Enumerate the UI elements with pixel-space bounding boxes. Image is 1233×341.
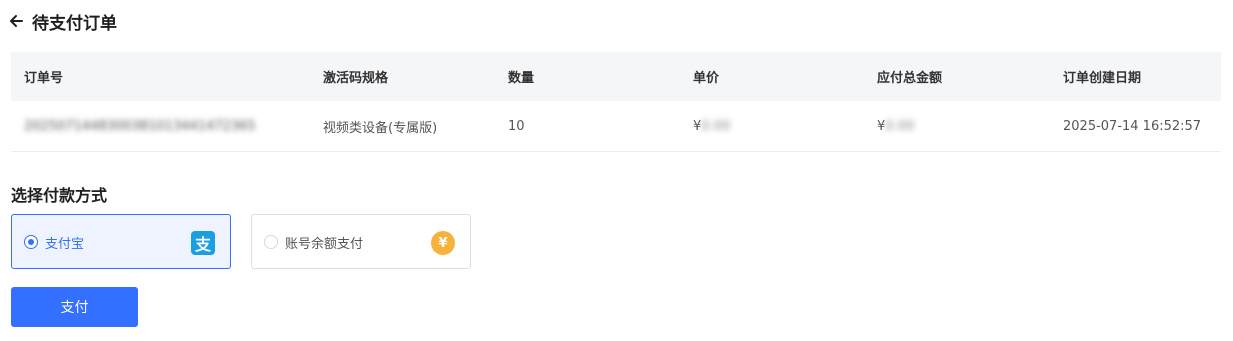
column-header-order-no: 订单号 xyxy=(24,71,64,86)
table-header: 订单号 激活码规格 数量 单价 应付总金额 订单创建日期 xyxy=(11,52,1221,101)
table-row: 2025071448300381013441472365 视频类设备(专属版) … xyxy=(11,101,1221,152)
column-header-unit-price: 单价 xyxy=(693,71,720,86)
pay-button[interactable]: 支付 xyxy=(11,287,138,327)
arrow-left-icon[interactable] xyxy=(8,13,24,29)
payment-option-label: 支付宝 xyxy=(45,237,85,252)
column-header-spec: 激活码规格 xyxy=(323,71,389,86)
radio-unselected[interactable] xyxy=(264,235,278,249)
page-title: 待支付订单 xyxy=(32,13,117,34)
total-cell: ¥0.00 xyxy=(877,119,914,134)
order-no-cell: 2025071448300381013441472365 xyxy=(24,118,256,134)
created-at-cell: 2025-07-14 16:52:57 xyxy=(1063,118,1202,134)
radio-selected[interactable] xyxy=(24,235,38,249)
payment-option-label: 账号余额支付 xyxy=(285,237,364,252)
column-header-created-at: 订单创建日期 xyxy=(1063,71,1142,86)
column-header-quantity: 数量 xyxy=(508,71,535,86)
unit-price-cell: ¥0.00 xyxy=(693,119,730,134)
payment-option-alipay[interactable]: 支付宝 支 xyxy=(11,214,231,269)
total-value: 0.00 xyxy=(885,118,915,134)
quantity-cell: 10 xyxy=(508,118,525,134)
spec-cell: 视频类设备(专属版) xyxy=(323,120,438,136)
yuan-coin-icon: ¥ xyxy=(431,231,455,255)
payment-section-title: 选择付款方式 xyxy=(11,186,108,205)
column-header-total: 应付总金额 xyxy=(877,71,943,86)
payment-option-balance[interactable]: 账号余额支付 ¥ xyxy=(251,214,471,269)
unit-price-value: 0.00 xyxy=(701,118,731,134)
order-table: 订单号 激活码规格 数量 单价 应付总金额 订单创建日期 20250714483… xyxy=(11,52,1221,152)
alipay-icon: 支 xyxy=(191,231,215,255)
page-header: 待支付订单 xyxy=(8,10,117,34)
